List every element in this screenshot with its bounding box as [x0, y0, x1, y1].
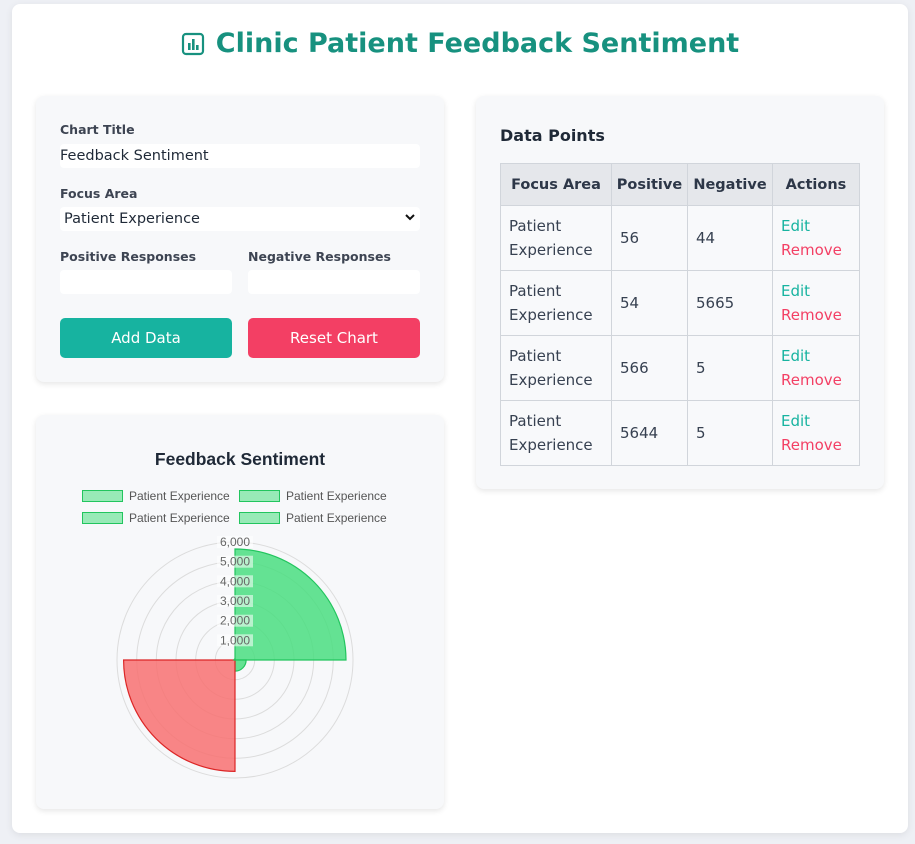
- reset-chart-button[interactable]: Reset Chart: [248, 318, 420, 358]
- chart-title-label: Chart Title: [60, 122, 135, 137]
- bar-chart-icon: [181, 32, 205, 56]
- cell-positive: 566: [611, 335, 688, 401]
- data-entry-form: Chart Title Focus Area Patient Experienc…: [36, 96, 444, 382]
- cell-focus-area: Patient Experience: [500, 270, 612, 336]
- cell-negative: 5: [687, 400, 773, 466]
- r-tick-label: 4,000: [220, 574, 250, 588]
- polar-segment: [234, 659, 247, 672]
- cell-negative: 44: [687, 205, 773, 271]
- r-tick-label: 1,000: [220, 633, 250, 647]
- cell-actions: Edit Remove: [772, 335, 860, 401]
- cell-focus-area: Patient Experience: [500, 205, 612, 271]
- focus-area-label: Focus Area: [60, 186, 138, 201]
- cell-focus-area: Patient Experience: [500, 335, 612, 401]
- add-data-button[interactable]: Add Data: [60, 318, 232, 358]
- polar-area-chart: 1,000 2,000 3,000 4,000 5,000 6,000: [116, 535, 354, 779]
- cell-positive: 56: [611, 205, 688, 271]
- cell-actions: Edit Remove: [772, 270, 860, 336]
- table-row: Patient Experience 56 44 Edit Remove: [500, 205, 860, 271]
- r-tick-label: 5,000: [220, 555, 250, 569]
- col-header-focus-area: Focus Area: [500, 163, 612, 206]
- page-title: Clinic Patient Feedback Sentiment: [12, 28, 908, 59]
- focus-area-select[interactable]: Patient Experience: [60, 207, 420, 231]
- cell-focus-area: Patient Experience: [500, 400, 612, 466]
- cell-actions: Edit Remove: [772, 400, 860, 466]
- app-container: Clinic Patient Feedback Sentiment Chart …: [12, 4, 908, 833]
- chart-title-input[interactable]: [60, 144, 420, 168]
- remove-link[interactable]: Remove: [781, 303, 851, 327]
- edit-link[interactable]: Edit: [781, 279, 851, 303]
- r-tick-label: 6,000: [220, 535, 250, 549]
- app-title-text: Clinic Patient Feedback Sentiment: [215, 28, 740, 59]
- edit-link[interactable]: Edit: [781, 214, 851, 238]
- edit-link[interactable]: Edit: [781, 344, 851, 368]
- focus-area-selected: Patient Experience: [64, 211, 200, 227]
- cell-positive: 54: [611, 270, 688, 336]
- positive-responses-input[interactable]: [60, 270, 232, 294]
- cell-actions: Edit Remove: [772, 205, 860, 271]
- negative-responses-label: Negative Responses: [248, 249, 391, 264]
- table-row: Patient Experience 54 5665 Edit Remove: [500, 270, 860, 336]
- data-points-title: Data Points: [500, 126, 605, 145]
- cell-negative: 5: [687, 335, 773, 401]
- chevron-down-icon: [404, 211, 416, 227]
- edit-link[interactable]: Edit: [781, 409, 851, 433]
- remove-link[interactable]: Remove: [781, 368, 851, 392]
- cell-positive: 5644: [611, 400, 688, 466]
- remove-link[interactable]: Remove: [781, 238, 851, 262]
- table-row: Patient Experience 5644 5 Edit Remove: [500, 400, 860, 466]
- chart-card: Feedback Sentiment Patient Experience Pa…: [36, 415, 444, 809]
- polar-segment: [122, 659, 236, 773]
- col-header-actions: Actions: [772, 163, 860, 206]
- data-points-card: Data Points Focus Area Positive Negative…: [476, 96, 884, 489]
- negative-responses-input[interactable]: [248, 270, 420, 294]
- table-header-row: Focus Area Positive Negative Actions: [500, 163, 860, 206]
- remove-link[interactable]: Remove: [781, 433, 851, 457]
- table-row: Patient Experience 566 5 Edit Remove: [500, 335, 860, 401]
- data-points-table: Focus Area Positive Negative Actions Pat…: [500, 163, 860, 466]
- col-header-negative: Negative: [687, 163, 773, 206]
- positive-responses-label: Positive Responses: [60, 249, 197, 264]
- col-header-positive: Positive: [611, 163, 688, 206]
- r-tick-label: 2,000: [220, 614, 250, 628]
- r-tick-label: 3,000: [220, 594, 250, 608]
- cell-negative: 5665: [687, 270, 773, 336]
- polar-segment: [233, 658, 236, 661]
